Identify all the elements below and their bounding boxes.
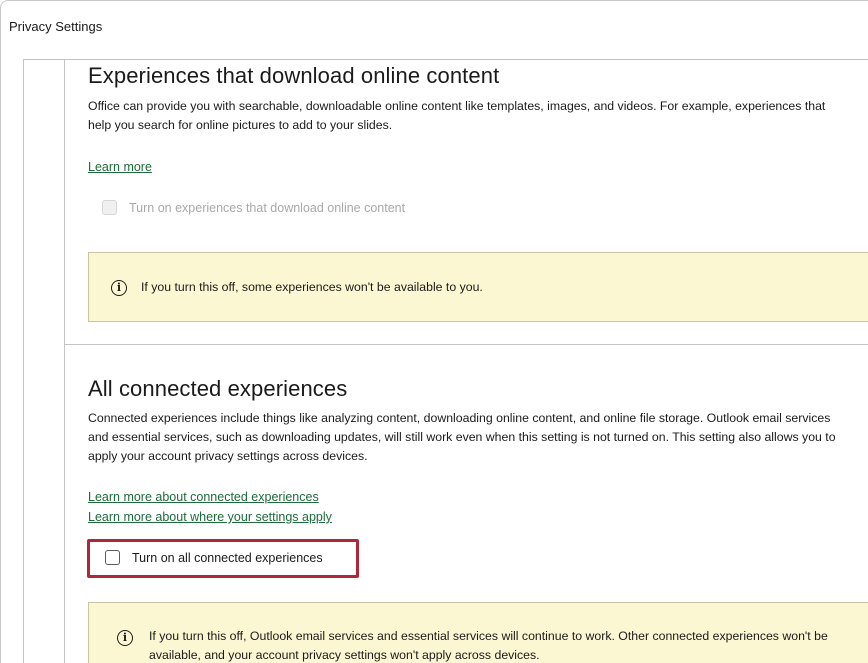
info-icon: i — [111, 280, 127, 296]
section-divider — [64, 344, 868, 345]
download-content-checkbox — [102, 200, 117, 215]
download-info-text: If you turn this off, some experiences w… — [141, 280, 483, 294]
connected-section-heading: All connected experiences — [88, 376, 348, 401]
learn-more-connected-link[interactable]: Learn more about connected experiences — [88, 490, 319, 504]
privacy-settings-window: Privacy Settings Experiences that downlo… — [0, 0, 868, 663]
window-title: Privacy Settings — [9, 19, 103, 34]
connected-experiences-checkbox-label[interactable]: Turn on all connected experiences — [132, 551, 323, 565]
download-content-checkbox-row: Turn on experiences that download online… — [102, 200, 405, 215]
download-content-checkbox-label: Turn on experiences that download online… — [129, 200, 406, 215]
connected-experiences-checkbox-row[interactable]: Turn on all connected experiences — [105, 550, 323, 565]
connected-info-text: If you turn this off, Outlook email serv… — [149, 629, 828, 662]
learn-more-settings-link[interactable]: Learn more about where your settings app… — [88, 510, 332, 524]
download-section-description: Office can provide you with searchable, … — [88, 99, 826, 132]
connected-section-description: Connected experiences include things lik… — [88, 411, 836, 463]
learn-more-link[interactable]: Learn more — [88, 160, 152, 174]
connected-experiences-checkbox[interactable] — [105, 550, 120, 565]
download-section-heading: Experiences that download online content — [88, 63, 500, 88]
info-icon: i — [117, 630, 133, 646]
connected-info-banner: i If you turn this off, Outlook email se… — [88, 602, 868, 663]
section-rail — [64, 59, 65, 663]
download-info-banner: i If you turn this off, some experiences… — [88, 252, 868, 322]
